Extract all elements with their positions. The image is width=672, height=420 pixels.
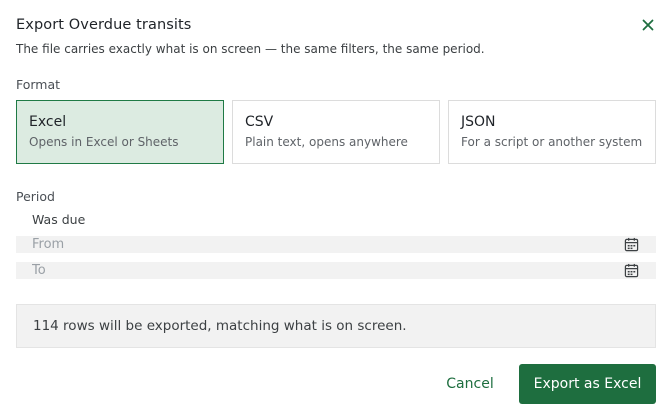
cancel-button[interactable]: Cancel	[436, 364, 504, 404]
period-label: Period	[16, 189, 55, 204]
close-button[interactable]	[637, 14, 659, 36]
was-due-label: Was due	[32, 212, 86, 227]
to-date-field	[16, 262, 656, 279]
format-option-name: JSON	[461, 114, 496, 130]
to-date-input[interactable]	[32, 262, 592, 279]
format-option-json[interactable]: JSON For a script or another system	[448, 100, 656, 164]
format-option-csv[interactable]: CSV Plain text, opens anywhere	[232, 100, 440, 164]
dialog-subtitle: The file carries exactly what is on scre…	[16, 42, 485, 56]
dialog-title: Export Overdue transits	[16, 17, 192, 33]
format-label: Format	[16, 77, 61, 92]
format-option-description: For a script or another system	[461, 135, 643, 149]
from-date-field	[16, 236, 656, 253]
calendar-icon[interactable]	[624, 263, 639, 278]
format-option-name: Excel	[29, 114, 67, 130]
close-icon	[642, 19, 654, 31]
calendar-icon[interactable]	[624, 237, 639, 252]
format-option-name: CSV	[245, 114, 274, 130]
format-option-excel[interactable]: Excel Opens in Excel or Sheets	[16, 100, 224, 164]
export-dialog: Export Overdue transits The file carries…	[0, 0, 672, 420]
export-summary-text: 114 rows will be exported, matching what…	[33, 318, 407, 334]
export-summary: 114 rows will be exported, matching what…	[16, 304, 656, 348]
format-option-description: Plain text, opens anywhere	[245, 135, 408, 149]
export-button[interactable]: Export as Excel	[519, 364, 656, 404]
from-date-input[interactable]	[32, 236, 592, 253]
format-option-description: Opens in Excel or Sheets	[29, 135, 179, 149]
